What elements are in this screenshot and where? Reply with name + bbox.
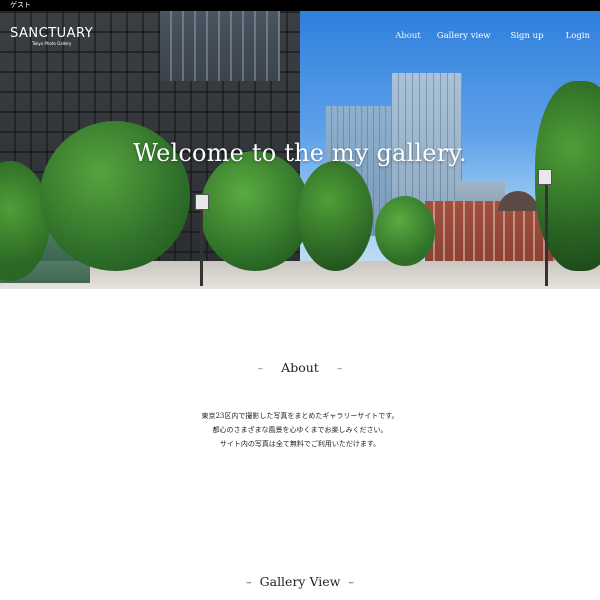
tree: [200, 151, 310, 271]
lamp-head: [538, 169, 552, 185]
main-nav: About Gallery view Sign up Login: [395, 31, 590, 41]
title-dash-left: –: [257, 362, 264, 375]
logo-subtitle: Tokyo Photo Gallery: [32, 41, 72, 46]
about-line: 東京23区内で撮影した写真をまとめたギャラリーサイトです。: [201, 412, 399, 420]
about-line: サイト内の写真は全て無料でご利用いただけます。: [219, 440, 381, 448]
building-left-upper: [160, 11, 280, 81]
about-description: 東京23区内で撮影した写真をまとめたギャラリーサイトです。 都心のさまざまな風景…: [0, 409, 600, 451]
nav-about-link[interactable]: About: [395, 31, 421, 41]
hero-title: Welcome to the my gallery.: [133, 139, 467, 167]
logo-main-text: SANCTUARY: [10, 26, 94, 41]
title-dash-right: –: [336, 362, 343, 375]
nav-login-link[interactable]: Login: [566, 31, 590, 41]
nav-signup-link[interactable]: Sign up: [511, 31, 544, 41]
gallery-heading: Gallery View: [259, 574, 341, 589]
about-line: 都心のさまざまな風景を心ゆくまでお楽しみください。: [212, 426, 388, 434]
hero-image: SANCTUARY Tokyo Photo Gallery About Gall…: [0, 11, 600, 289]
site-logo[interactable]: SANCTUARY Tokyo Photo Gallery: [10, 26, 93, 46]
top-status-bar: ゲスト: [0, 0, 600, 11]
lamp-head: [195, 194, 209, 210]
about-section-title: – About –: [0, 360, 600, 375]
tree: [298, 161, 373, 271]
nav-gallery-link[interactable]: Gallery view: [437, 31, 491, 41]
street-lamp: [545, 181, 548, 286]
about-heading: About: [281, 360, 319, 375]
street-lamp: [200, 206, 203, 286]
guest-user-label: ゲスト: [10, 1, 31, 9]
tree: [375, 196, 435, 266]
gallery-section-title: – Gallery View –: [0, 574, 600, 589]
title-dash-right: –: [348, 576, 354, 589]
title-dash-left: –: [246, 576, 252, 589]
